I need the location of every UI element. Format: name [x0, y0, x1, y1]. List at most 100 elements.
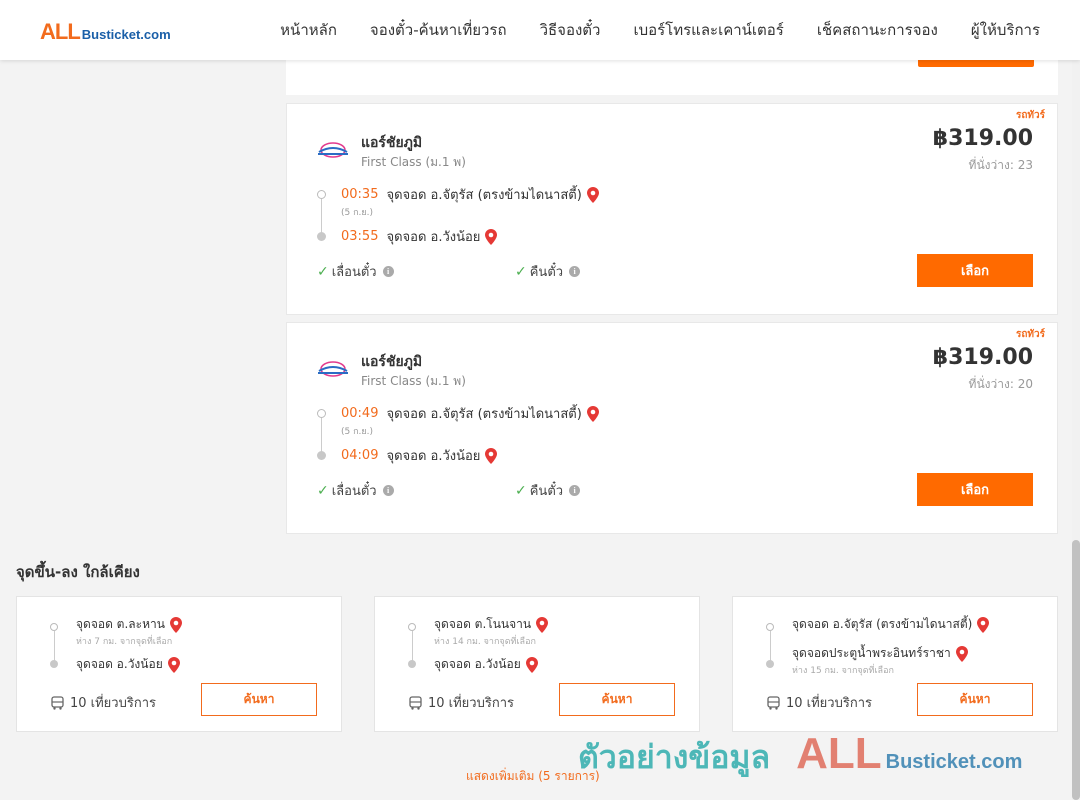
nearby-search-button[interactable]: ค้นหา — [201, 683, 317, 716]
depart-dot — [317, 190, 326, 199]
nearby-to: จุดจอด อ.วังน้อย — [434, 655, 538, 674]
route-timeline — [50, 623, 58, 668]
previous-trip-card — [286, 60, 1058, 95]
check-icon: ✓ — [317, 263, 329, 280]
main-nav: หน้าหลัก จองตั๋ว-ค้นหาเที่ยวรถ วิธีจองตั… — [280, 0, 1040, 60]
operator-name: แอร์ชัยภูมิ — [361, 135, 423, 151]
nearby-distance: ห่าง 14 กม. จากจุดที่เลือก — [434, 637, 536, 647]
operator-name: แอร์ชัยภูมิ — [361, 354, 423, 370]
previous-select-button[interactable] — [918, 60, 1034, 67]
arrive-dot — [50, 660, 58, 668]
info-icon[interactable]: i — [382, 485, 394, 496]
feature-label: คืนตั๋ว — [529, 265, 564, 280]
select-trip-button[interactable]: เลือก — [917, 473, 1033, 506]
nearby-distance: ห่าง 7 กม. จากจุดที่เลือก — [76, 637, 173, 647]
nearby-from: จุดจอด ต.ละหาน — [76, 615, 182, 634]
map-pin-icon[interactable] — [169, 616, 182, 633]
trip-count-label: 10 เที่ยวบริการ — [428, 696, 514, 711]
depart-stop: จุดจอด อ.จัตุรัส (ตรงข้ามไดนาสตี้) — [386, 188, 582, 203]
trip-count: 10 เที่ยวบริการ — [51, 692, 156, 713]
sample-data-watermark: ตัวอย่างข้อมูล ALL Busticket.com — [578, 729, 1022, 783]
route-timeline — [408, 623, 416, 668]
seats-available: ที่นั่งว่าง: 23 — [969, 156, 1033, 175]
operator-logo-icon — [318, 361, 348, 377]
bus-type-tag: รถทัวร์ — [1015, 329, 1045, 340]
map-pin-icon[interactable] — [525, 656, 538, 673]
depart-dot — [408, 623, 416, 631]
trip-count-label: 10 เที่ยวบริการ — [70, 696, 156, 711]
feature-change-ticket: ✓ เลื่อนตั๋ว i — [317, 261, 394, 282]
map-pin-icon[interactable] — [485, 447, 498, 464]
nearby-to: จุดจอด อ.วังน้อย — [76, 655, 180, 674]
arrive-stop: จุดจอด อ.วังน้อย — [386, 449, 481, 464]
map-pin-icon[interactable] — [167, 656, 180, 673]
site-logo[interactable]: ALL Busticket.com — [40, 19, 171, 45]
nearby-to-label: จุดจอด อ.วังน้อย — [434, 657, 521, 671]
trip-count: 10 เที่ยวบริการ — [767, 692, 872, 713]
arrive-row: 04:09 จุดจอด อ.วังน้อย — [341, 445, 498, 466]
map-pin-icon[interactable] — [586, 405, 599, 422]
nav-home[interactable]: หน้าหลัก — [280, 18, 337, 42]
nearby-from: จุดจอด อ.จัตุรัส (ตรงข้ามไดนาสตี้) — [792, 615, 990, 634]
logo-busticket: Busticket.com — [81, 27, 171, 42]
depart-time: 00:35 — [341, 187, 379, 202]
select-trip-button[interactable]: เลือก — [917, 254, 1033, 287]
nearby-distance: ห่าง 15 กม. จากจุดที่เลือก — [792, 666, 894, 676]
feature-label: คืนตั๋ว — [529, 484, 564, 499]
nearby-from-label: จุดจอด อ.จัตุรัส (ตรงข้ามไดนาสตี้) — [792, 617, 973, 631]
trip-count-label: 10 เที่ยวบริการ — [786, 696, 872, 711]
nav-check-status[interactable]: เช็คสถานะการจอง — [817, 18, 938, 42]
arrive-dot — [317, 451, 326, 460]
map-pin-icon[interactable] — [536, 616, 549, 633]
logo-all: ALL — [40, 19, 81, 44]
nearby-card: จุดจอด ต.โนนจาน ห่าง 14 กม. จากจุดที่เลื… — [374, 596, 700, 732]
show-more-link[interactable]: แสดงเพิ่มเติม (5 รายการ) — [466, 767, 600, 786]
depart-stop: จุดจอด อ.จัตุรัส (ตรงข้ามไดนาสตี้) — [386, 407, 582, 422]
trip-card: รถทัวร์ แอร์ชัยภูมิ First Class (ม.1 พ) … — [286, 322, 1058, 534]
map-pin-icon[interactable] — [977, 616, 990, 633]
depart-time: 00:49 — [341, 406, 379, 421]
watermark-all: ALL — [796, 729, 882, 778]
route-line — [53, 631, 55, 661]
feature-label: เลื่อนตั๋ว — [331, 484, 377, 499]
arrive-dot — [766, 660, 774, 668]
check-icon: ✓ — [317, 482, 329, 499]
route-line — [321, 199, 322, 233]
check-icon: ✓ — [515, 263, 527, 280]
bus-icon — [51, 695, 64, 710]
nearby-card: จุดจอด อ.จัตุรัส (ตรงข้ามไดนาสตี้) จุดจอ… — [732, 596, 1058, 732]
scrollbar-thumb[interactable] — [1072, 540, 1080, 800]
map-pin-icon[interactable] — [586, 186, 599, 203]
bus-class: First Class (ม.1 พ) — [361, 155, 466, 169]
depart-date: (5 ก.ย.) — [341, 208, 374, 218]
nav-booking[interactable]: จองตั๋ว-ค้นหาเที่ยวรถ — [370, 18, 507, 42]
route-timeline — [317, 409, 327, 460]
map-pin-icon[interactable] — [955, 645, 968, 662]
operator-logo-icon — [318, 142, 348, 158]
arrive-time: 04:09 — [341, 448, 379, 463]
info-icon[interactable]: i — [569, 485, 581, 496]
arrive-dot — [408, 660, 416, 668]
arrive-row: 03:55 จุดจอด อ.วังน้อย — [341, 226, 498, 247]
depart-row: 00:35 จุดจอด อ.จัตุรัส (ตรงข้ามไดนาสตี้) — [341, 184, 599, 205]
nearby-from-label: จุดจอด ต.โนนจาน — [434, 617, 532, 631]
nav-contacts[interactable]: เบอร์โทรและเคาน์เตอร์ — [633, 18, 783, 42]
depart-dot — [50, 623, 58, 631]
info-icon[interactable]: i — [382, 266, 394, 277]
seats-count: 20 — [1017, 377, 1033, 391]
route-line — [411, 631, 413, 661]
map-pin-icon[interactable] — [485, 228, 498, 245]
nearby-search-button[interactable]: ค้นหา — [917, 683, 1033, 716]
site-header: ALL Busticket.com หน้าหลัก จองตั๋ว-ค้นหา… — [0, 0, 1080, 60]
nearby-to-label: จุดจอดประตูน้ำพระอินทร์ราชา — [792, 646, 951, 660]
nav-how-to-book[interactable]: วิธีจองตั๋ว — [540, 18, 601, 42]
route-line — [769, 631, 771, 661]
page-scrollbar[interactable] — [1072, 60, 1080, 800]
nearby-search-button[interactable]: ค้นหา — [559, 683, 675, 716]
ticket-price: ฿319.00 — [932, 126, 1033, 151]
info-icon[interactable]: i — [569, 266, 581, 277]
watermark-busticket: Busticket.com — [885, 751, 1023, 773]
seats-label: ที่นั่งว่าง: — [968, 158, 1014, 172]
watermark-thai: ตัวอย่างข้อมูล — [578, 738, 771, 776]
nav-operators[interactable]: ผู้ให้บริการ — [971, 18, 1040, 42]
